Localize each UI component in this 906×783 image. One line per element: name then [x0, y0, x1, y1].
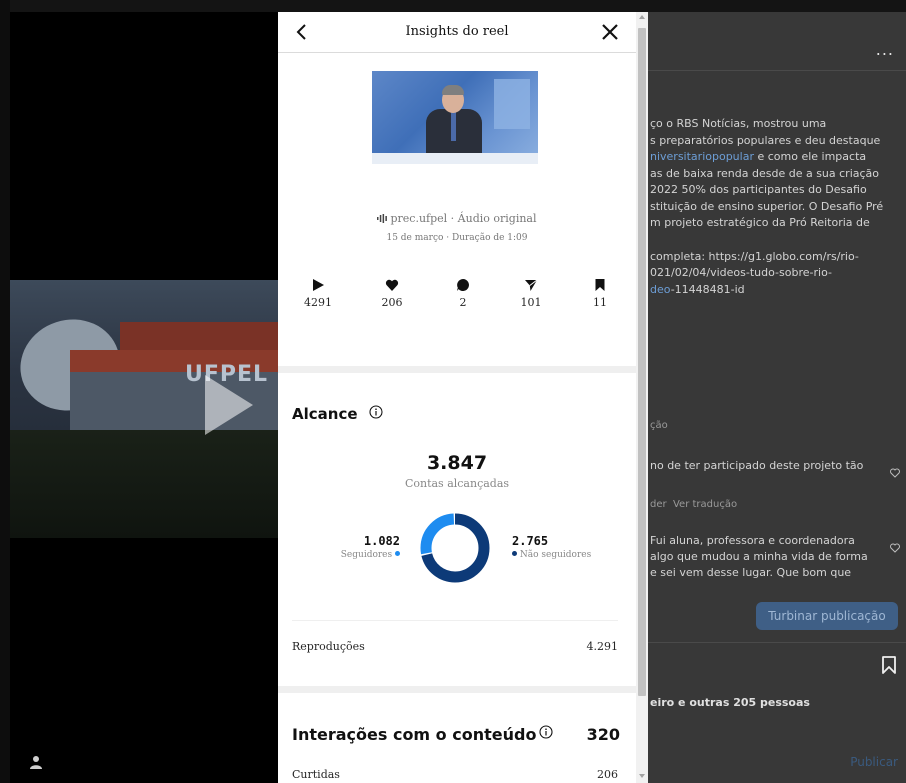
accounts-reached-value: 3.847: [426, 452, 488, 474]
scroll-down-arrow[interactable]: [639, 774, 645, 778]
reach-title: Alcance: [292, 405, 358, 423]
row-label: Curtidas: [292, 768, 340, 781]
post-panel: ... ço o RBS Notícias, mostrou uma s pre…: [646, 12, 906, 783]
caption-line: m projeto estratégico da Pró Reitoria de: [650, 216, 870, 229]
non-followers-legend-dot: [512, 551, 517, 556]
caption-line: e como ele impacta: [753, 150, 867, 163]
screen: UFPEL ... ço o RBS Notícias, mostrou uma…: [0, 0, 906, 783]
modal-title: Insights do reel: [405, 24, 509, 39]
save-icon[interactable]: [882, 656, 896, 674]
audio-label: prec.ufpel · Áudio original: [390, 212, 537, 225]
divider: [646, 642, 906, 643]
stat-value: 2: [459, 296, 467, 309]
scroll-thumb[interactable]: [638, 28, 646, 696]
user-tag-icon[interactable]: [28, 754, 44, 770]
heart-icon: [385, 279, 399, 291]
caption-line: completa: https://g1.globo.com/rs/rio-: [650, 249, 859, 263]
followers-legend-dot: [395, 551, 400, 556]
thumb-backdrop: [494, 79, 530, 129]
comment-meta: ção: [650, 420, 668, 431]
followers-label: Seguidores: [340, 550, 393, 560]
share-icon: [525, 279, 538, 291]
date-duration: 15 de março · Duração de 1:09: [386, 233, 528, 243]
likes-summary[interactable]: eiro e outras 205 pessoas: [650, 696, 810, 709]
reel-thumbnail: [372, 71, 538, 164]
interactions-total: 320: [586, 725, 620, 744]
section-divider: [278, 686, 636, 693]
section-divider: [278, 366, 636, 373]
row-label: Reproduções: [292, 640, 365, 653]
see-translation-link[interactable]: Ver tradução: [673, 499, 737, 510]
play-icon[interactable]: [205, 375, 253, 435]
insights-modal: Insights do reel prec.ufpel · Áudio orig…: [278, 12, 636, 783]
like-comment-icon[interactable]: [890, 543, 900, 553]
followers-label-row: Seguidores: [318, 550, 400, 560]
comment-line: algo que mudou a minha vida de forma: [650, 550, 868, 563]
likes-row: Curtidas 206: [292, 768, 618, 781]
accounts-reached-label: Contas alcançadas: [404, 477, 510, 490]
caption-line: stituição de ensino superior. O Desafio …: [650, 199, 884, 213]
comment-meta: der Ver tradução: [650, 499, 737, 510]
caption-line: 021/02/04/videos-tudo-sobre-rio-: [650, 266, 832, 279]
caption-line: ço o RBS Notícias, mostrou uma: [650, 117, 827, 130]
stat-value: 101: [520, 296, 542, 309]
non-followers-stat: 2.765 Não seguidores: [512, 534, 612, 560]
stat-plays: 4291: [288, 278, 348, 309]
row-divider: [292, 620, 618, 621]
boost-post-button[interactable]: Turbinar publicação: [756, 602, 898, 630]
more-options-icon[interactable]: ...: [876, 40, 894, 59]
stat-saves: 11: [570, 278, 630, 309]
post-caption: ço o RBS Notícias, mostrou uma s prepara…: [650, 116, 890, 315]
modal-scrollbar[interactable]: [636, 12, 648, 783]
comment-icon: [457, 279, 469, 291]
thumb-desk: [372, 153, 538, 164]
comment-text: Fui aluna, professora e coordenadora alg…: [650, 533, 878, 581]
row-value: 206: [597, 768, 618, 781]
comment-line: e sei vem desse lugar. Que bom que: [650, 566, 852, 579]
audio-wave-icon: [377, 214, 388, 223]
audio-info[interactable]: prec.ufpel · Áudio original: [278, 212, 636, 225]
stat-value: 206: [381, 296, 403, 309]
like-comment-icon[interactable]: [890, 468, 900, 478]
stat-shares: 101: [501, 278, 561, 309]
non-followers-label: Não seguidores: [519, 550, 592, 560]
divider: [646, 70, 906, 71]
caption-line: 2022 50% dos participantes do Desafio: [650, 183, 867, 196]
hashtag-link[interactable]: deo: [650, 283, 671, 296]
thumb-presenter-tie: [451, 111, 456, 141]
stat-likes: 206: [362, 278, 422, 309]
publish-comment-button[interactable]: Publicar: [850, 755, 898, 769]
non-followers-value: 2.765: [512, 534, 549, 548]
stat-value: 4291: [304, 296, 332, 309]
comment-line: Fui aluna, professora e coordenadora: [650, 534, 855, 547]
caption-line: as de baixa renda desde de a sua criação: [650, 166, 880, 180]
scroll-up-arrow[interactable]: [639, 15, 645, 19]
info-icon[interactable]: [539, 725, 553, 739]
engagement-stats: 4291 206 2 101 11: [288, 278, 618, 318]
bookmark-icon: [595, 279, 605, 291]
top-strip: [10, 0, 906, 12]
stat-comments: 2: [433, 278, 493, 309]
stat-value: 11: [593, 296, 607, 309]
caption-line: -11448481-id: [670, 282, 745, 296]
reach-donut-chart: [420, 513, 490, 583]
hashtag-link[interactable]: niversitariopopular: [650, 150, 754, 163]
followers-value: 1.082: [363, 534, 400, 548]
followers-stat: 1.082 Seguidores: [318, 534, 400, 560]
interactions-title: Interações com o conteúdo: [292, 725, 537, 744]
non-followers-label-row: Não seguidores: [512, 550, 612, 560]
close-icon[interactable]: [598, 20, 622, 44]
comment-text: no de ter participado deste projeto tão: [650, 459, 864, 472]
info-icon[interactable]: [369, 405, 383, 419]
row-value: 4.291: [586, 640, 619, 653]
thumb-presenter-hair: [442, 85, 464, 95]
modal-header: Insights do reel: [278, 12, 636, 53]
caption-line: s preparatórios populares e deu destaque: [650, 133, 881, 147]
comment-meta-time: der: [650, 499, 667, 510]
play-icon: [313, 279, 324, 291]
plays-row: Reproduções 4.291: [292, 640, 618, 653]
